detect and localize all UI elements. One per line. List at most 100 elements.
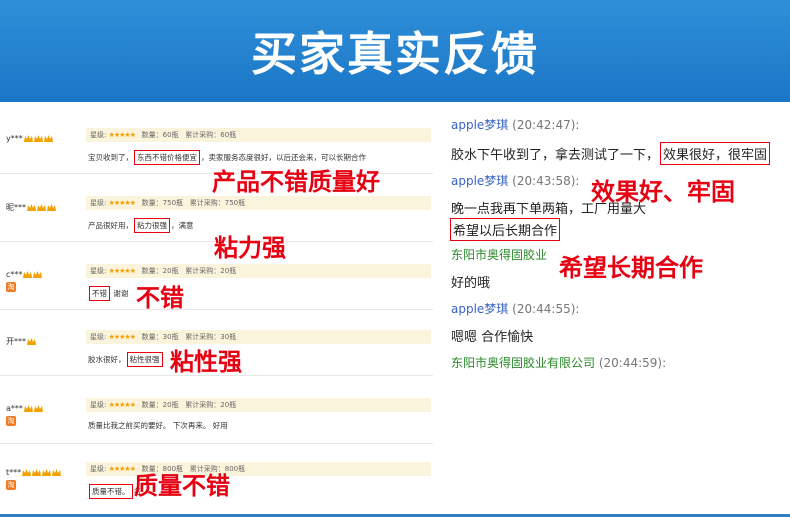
crown-icon [33, 270, 43, 279]
tao-badge-icon: 淘 [6, 480, 16, 490]
chat-header: apple梦琪 (20:44:55): [451, 300, 579, 317]
chat-header: 东阳市奥得固胶业 [451, 246, 547, 263]
user-name: a*** [6, 404, 23, 413]
review-note: 粘性强 [170, 348, 242, 376]
chat-highlight: 效果很好，很牢固 [660, 142, 771, 165]
review-meta: 星级: ★★★★★ 数量：750瓶 累计采购：750瓶 [86, 196, 431, 210]
total-purchase: 累计采购：60瓶 [185, 131, 237, 139]
review-text: 胶水很好， 粘性很强 [88, 352, 164, 367]
banner-title: 买家真实反馈 [251, 27, 539, 81]
review-text: 质量比我之前买的要好。 下次再来。 好用 [88, 420, 228, 431]
rating-stars: ★★★★★ [108, 199, 136, 207]
crown-icon [33, 404, 43, 413]
chat-time: (20:44:55): [512, 302, 580, 316]
crown-icon [32, 468, 42, 477]
crown-icon [42, 468, 52, 477]
chat-note: 效果好、牢固 [591, 178, 735, 206]
review-text-after: ，卖家服务态度很好，以后还会来，可以长期合作 [201, 153, 366, 162]
tao-badge-icon: 淘 [6, 282, 16, 292]
review-highlight: 东西不错价格便宜 [134, 150, 200, 165]
chat-time: (20:43:58): [512, 174, 580, 188]
crown-icon [37, 203, 46, 212]
review-text-before: 胶水很好， [88, 355, 126, 364]
chat-message: 希望以后长期合作 [449, 218, 561, 241]
review-user: y*** [6, 134, 53, 143]
rating-label: 星级: [90, 333, 107, 341]
chat-message: 嗯嗯 合作愉快 [451, 326, 533, 345]
quantity: 数量：750瓶 [141, 199, 184, 207]
crown-icon [33, 134, 43, 143]
review-user: c*** [6, 270, 43, 279]
tao-badge-icon: 淘 [6, 416, 16, 426]
crown-icon [23, 134, 33, 143]
review-note: 不错 [136, 284, 184, 312]
quantity: 数量：30瓶 [141, 333, 179, 341]
review-user: a*** [6, 404, 43, 413]
review-meta: 星级: ★★★★★ 数量：60瓶 累计采购：60瓶 [86, 128, 431, 142]
crown-icon [23, 270, 33, 279]
banner: 买家真实反馈 [0, 0, 790, 102]
rating-label: 星级: [90, 465, 107, 473]
review-highlight: 粘力很强 [134, 218, 170, 233]
rating-label: 星级: [90, 267, 107, 275]
chat-time: (20:42:47): [512, 118, 580, 132]
user-name: 昵*** [6, 203, 26, 212]
rating-label: 星级: [90, 131, 107, 139]
total-purchase: 累计采购：750瓶 [189, 199, 246, 207]
total-purchase: 累计采购：30瓶 [185, 333, 237, 341]
quantity: 数量：60瓶 [141, 131, 179, 139]
chat-sender: apple梦琪 [451, 118, 509, 132]
crown-icon [27, 203, 36, 212]
review-text-after: ，满意 [171, 221, 194, 230]
review-list: y*** 星级: ★★★★★ 数量：60瓶 累计采购：60瓶 宝贝收到了， 东西不… [0, 110, 433, 515]
user-name: c*** [6, 270, 23, 279]
quantity: 数量：20瓶 [141, 267, 179, 275]
review-text: 产品很好用， 粘力很强 ，满意 [88, 218, 194, 233]
review-text-before: 宝贝收到了， [88, 153, 133, 162]
rating-label: 星级: [90, 401, 107, 409]
review-meta: 星级: ★★★★★ 数量：20瓶 累计采购：20瓶 [86, 398, 431, 412]
chat-note: 希望长期合作 [559, 254, 703, 282]
review-text-before: 质量比我之前买的要好。 下次再来。 好用 [88, 421, 228, 430]
review-text: 不错 谢谢 [88, 286, 128, 301]
review-user: 开*** [6, 336, 36, 347]
review-highlight: 不错 [89, 286, 110, 301]
quantity: 数量：20瓶 [141, 401, 179, 409]
total-purchase: 累计采购：20瓶 [185, 401, 237, 409]
chat-sender: apple梦琪 [451, 174, 509, 188]
rating-stars: ★★★★★ [108, 267, 136, 275]
chat-message-text: 嗯嗯 合作愉快 [451, 330, 534, 345]
crown-icon [43, 134, 53, 143]
crown-icon [47, 203, 56, 212]
review-row: c*** 淘 星级: ★★★★★ 数量：20瓶 累计采购：20瓶 不错 谢谢 [0, 246, 433, 310]
chat-message: 胶水下午收到了，拿去测试了一下， 效果很好，很牢固 [451, 142, 771, 165]
chat-log: apple梦琪 (20:42:47): 胶水下午收到了，拿去测试了一下， 效果很好… [443, 110, 790, 370]
crown-icon [27, 337, 36, 346]
chat-message-text: 好的哦 [451, 276, 491, 291]
chat-header: apple梦琪 (20:43:58): [451, 172, 579, 189]
review-note: 质量不错 [134, 472, 230, 500]
user-name: t*** [6, 468, 22, 477]
review-text-after: 谢谢 [111, 289, 129, 298]
chat-highlight: 希望以后长期合作 [450, 218, 561, 241]
review-row: a*** 淘 星级: ★★★★★ 数量：20瓶 累计采购：20瓶 质量比我之前买… [0, 380, 433, 444]
review-user: t*** [6, 468, 62, 477]
review-meta: 星级: ★★★★★ 数量：30瓶 累计采购：30瓶 [86, 330, 431, 344]
chat-message: 好的哦 [451, 272, 490, 291]
chat-sender: apple梦琪 [451, 302, 509, 316]
rating-label: 星级: [90, 199, 107, 207]
user-name: y*** [6, 134, 23, 143]
rating-stars: ★★★★★ [108, 131, 136, 139]
rating-stars: ★★★★★ [108, 401, 136, 409]
review-highlight: 质量不错。 [89, 484, 133, 499]
review-highlight: 粘性很强 [126, 352, 163, 367]
chat-sender: 东阳市奥得固胶业有限公司 [451, 356, 596, 370]
review-text-before: 产品很好用， [88, 221, 133, 230]
review-user: 昵*** [6, 202, 56, 213]
rating-stars: ★★★★★ [108, 333, 136, 341]
crown-icon [52, 468, 62, 477]
review-meta: 星级: ★★★★★ 数量：20瓶 累计采购：20瓶 [86, 264, 431, 278]
crown-icon [22, 468, 32, 477]
chat-header: 东阳市奥得固胶业有限公司 (20:44:59): [451, 354, 666, 371]
crown-icon [23, 404, 33, 413]
